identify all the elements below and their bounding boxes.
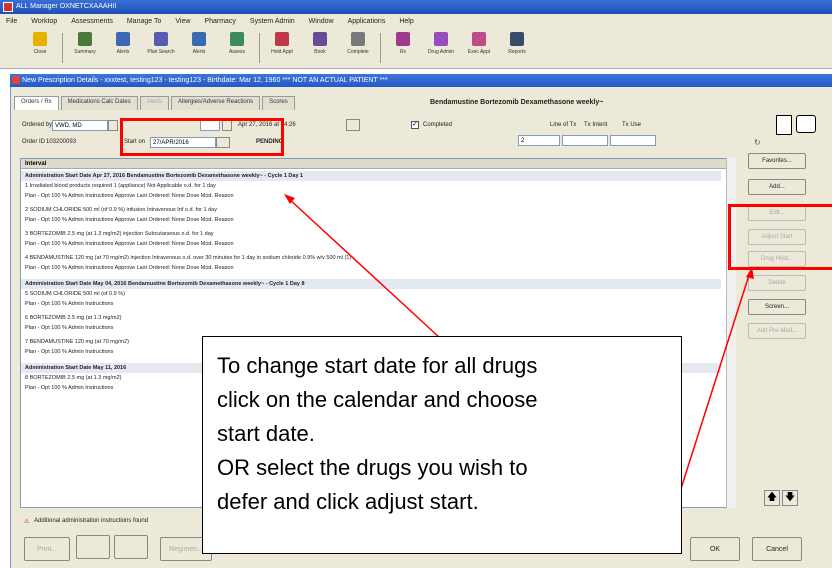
callout-line-2: click on the calendar and choose: [217, 387, 538, 412]
arrow-to-adjust-start: [677, 271, 751, 499]
arrow-to-calendar: [287, 197, 441, 339]
callout-line-3: start date.: [217, 421, 315, 446]
arrow-head-adjust: [746, 267, 754, 279]
instruction-callout: To change start date for all drugs click…: [202, 336, 682, 554]
callout-line-5: defer and click adjust start.: [217, 489, 479, 514]
callout-line-1: To change start date for all drugs: [217, 353, 538, 378]
callout-line-4: OR select the drugs you wish to: [217, 455, 528, 480]
